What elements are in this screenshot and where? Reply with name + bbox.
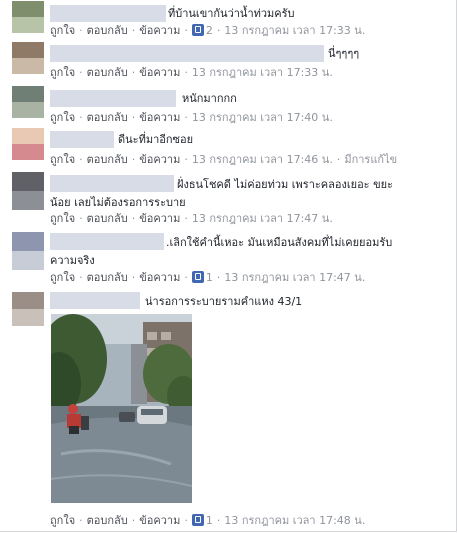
- avatar[interactable]: [12, 232, 44, 270]
- like-link[interactable]: ถูกใจ: [50, 66, 75, 79]
- like-count[interactable]: 2: [206, 24, 213, 37]
- comment-actions: ถูกใจ · ตอบกลับ · ข้อความ · 13 กรกฎาคม เวลา 17…: [50, 153, 398, 166]
- comment-text: น่ารอการระบายรามคำแหง 43/1: [145, 295, 303, 308]
- avatar[interactable]: [12, 292, 44, 326]
- edited-link[interactable]: มีการแก้ไข: [344, 153, 397, 166]
- comment-text: นี่ๆๆๆๆ: [328, 47, 360, 60]
- like-link[interactable]: ถูกใจ: [50, 153, 75, 166]
- flood-photo-image: [51, 314, 192, 503]
- reply-link[interactable]: ตอบกลับ: [87, 153, 128, 166]
- avatar[interactable]: [12, 42, 44, 74]
- commenter-name[interactable]: [50, 90, 176, 107]
- comment-text: ดีนะที่มาอีกซอย: [118, 133, 194, 146]
- comment-actions: ถูกใจ · ตอบกลับ · ข้อความ · 13 กรกฎาคม เวลา 17…: [50, 111, 333, 124]
- like-link[interactable]: ถูกใจ: [50, 514, 75, 527]
- commenter-name[interactable]: [50, 292, 140, 309]
- reply-link[interactable]: ตอบกลับ: [87, 212, 128, 225]
- message-link[interactable]: ข้อความ: [139, 111, 180, 124]
- comment-actions: ถูกใจ · ตอบกลับ · ข้อความ · 1 · 13 กรกฎาคม เวลา …: [50, 514, 366, 527]
- timestamp[interactable]: 13 กรกฎาคม เวลา 17:47 น.: [224, 271, 365, 284]
- reply-link[interactable]: ตอบกลับ: [87, 514, 128, 527]
- timestamp[interactable]: 13 กรกฎาคม เวลา 17:40 น.: [192, 111, 333, 124]
- message-link[interactable]: ข้อความ: [139, 153, 180, 166]
- timestamp[interactable]: 13 กรกฎาคม เวลา 17:47 น.: [192, 212, 333, 225]
- avatar[interactable]: [12, 1, 44, 33]
- like-badge-icon[interactable]: [191, 271, 204, 283]
- comment-actions: ถูกใจ · ตอบกลับ · ข้อความ · 13 กรกฎาคม เวลา 17…: [50, 66, 333, 79]
- message-link[interactable]: ข้อความ: [139, 514, 180, 527]
- comment-text-line-2: น้อย เลยไม่ต้องรอการระบาย: [50, 196, 186, 209]
- reply-link[interactable]: ตอบกลับ: [87, 111, 128, 124]
- flood-photo[interactable]: [51, 314, 192, 503]
- comment-text-line-1: .เลิกใช้คำนี้เหอะ มันเหมือนสังคมที่ไม่เค…: [166, 236, 393, 249]
- comment-text-line-1: ฝั่งธนโชคดี ไม่ค่อยท่วม เพราะคลองเยอะ ขย…: [177, 178, 393, 191]
- reply-link[interactable]: ตอบกลับ: [87, 271, 128, 284]
- message-link[interactable]: ข้อความ: [139, 66, 180, 79]
- comment-text: ที่บ้านเขากันว่าน้ำท่วมครับ: [168, 7, 295, 20]
- message-link[interactable]: ข้อความ: [139, 212, 180, 225]
- timestamp[interactable]: 13 กรกฎาคม เวลา 17:33 น.: [192, 66, 333, 79]
- like-count[interactable]: 1: [206, 514, 213, 527]
- avatar[interactable]: [12, 86, 44, 118]
- comment-text: หนักมากกก: [182, 92, 237, 105]
- commenter-name[interactable]: [50, 233, 164, 250]
- reply-link[interactable]: ตอบกลับ: [87, 24, 128, 37]
- like-count[interactable]: 1: [206, 271, 213, 284]
- timestamp[interactable]: 13 กรกฎาคม เวลา 17:33 น.: [224, 24, 365, 37]
- comment-actions: ถูกใจ · ตอบกลับ · ข้อความ · 1 · 13 กรกฎาคม เวลา …: [50, 271, 366, 284]
- like-link[interactable]: ถูกใจ: [50, 111, 75, 124]
- message-link[interactable]: ข้อความ: [139, 24, 180, 37]
- like-link[interactable]: ถูกใจ: [50, 212, 75, 225]
- timestamp[interactable]: 13 กรกฎาคม เวลา 17:46 น.: [192, 153, 333, 166]
- comment-text-line-2: ความจริง: [50, 254, 95, 267]
- timestamp[interactable]: 13 กรกฎาคม เวลา 17:48 น.: [224, 514, 365, 527]
- like-link[interactable]: ถูกใจ: [50, 24, 75, 37]
- commenter-name[interactable]: [50, 175, 174, 192]
- like-badge-icon[interactable]: [191, 24, 204, 36]
- commenter-name[interactable]: [50, 131, 114, 148]
- comment-actions: ถูกใจ · ตอบกลับ · ข้อความ · 13 กรกฎาคม เวลา 17…: [50, 212, 333, 225]
- avatar[interactable]: [12, 128, 44, 160]
- like-badge-icon[interactable]: [191, 514, 204, 526]
- comments-panel: ที่บ้านเขากันว่าน้ำท่วมครับ ถูกใจ · ตอบกลั…: [0, 0, 457, 532]
- avatar[interactable]: [12, 172, 44, 210]
- commenter-name[interactable]: [50, 5, 166, 22]
- commenter-name[interactable]: [50, 45, 324, 62]
- like-link[interactable]: ถูกใจ: [50, 271, 75, 284]
- comment-actions: ถูกใจ · ตอบกลับ · ข้อความ · 2 · 13 กรกฎาคม เวลา …: [50, 24, 366, 37]
- message-link[interactable]: ข้อความ: [139, 271, 180, 284]
- reply-link[interactable]: ตอบกลับ: [87, 66, 128, 79]
